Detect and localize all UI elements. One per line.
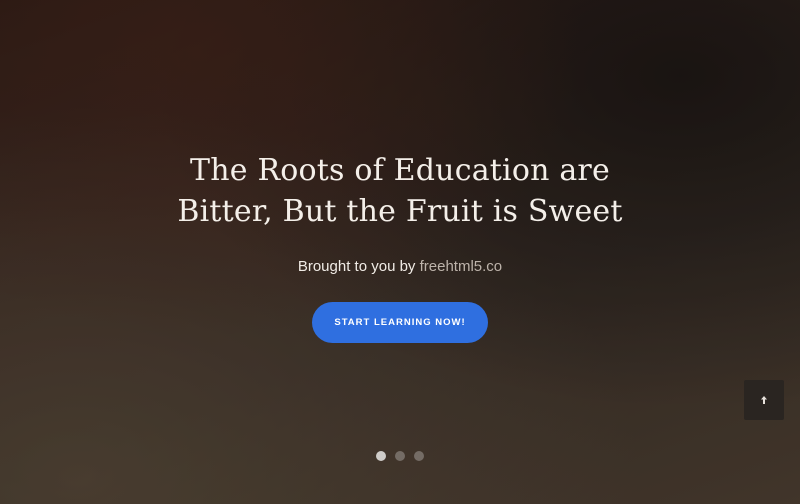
- hero-background: The Roots of Education are Bitter, But t…: [0, 0, 800, 504]
- hero-content: The Roots of Education are Bitter, But t…: [0, 150, 800, 343]
- start-learning-button[interactable]: START LEARNING NOW!: [312, 302, 488, 343]
- hero-headline: The Roots of Education are Bitter, But t…: [0, 150, 800, 232]
- back-to-top-button[interactable]: [744, 380, 784, 420]
- byline-link[interactable]: freehtml5.co: [420, 258, 503, 275]
- slider-dots: [0, 451, 800, 461]
- slider-dot-1[interactable]: [376, 451, 386, 461]
- hero-headline-line-1: The Roots of Education are: [190, 153, 610, 188]
- byline-prefix: Brought to you by: [297, 258, 416, 275]
- slider-dot-3[interactable]: [414, 451, 424, 461]
- slider-dot-2[interactable]: [395, 451, 405, 461]
- hero-byline: Brought to you by freehtml5.co: [0, 258, 800, 275]
- hero-headline-line-2: Bitter, But the Fruit is Sweet: [177, 194, 623, 229]
- arrow-up-icon: [761, 396, 767, 404]
